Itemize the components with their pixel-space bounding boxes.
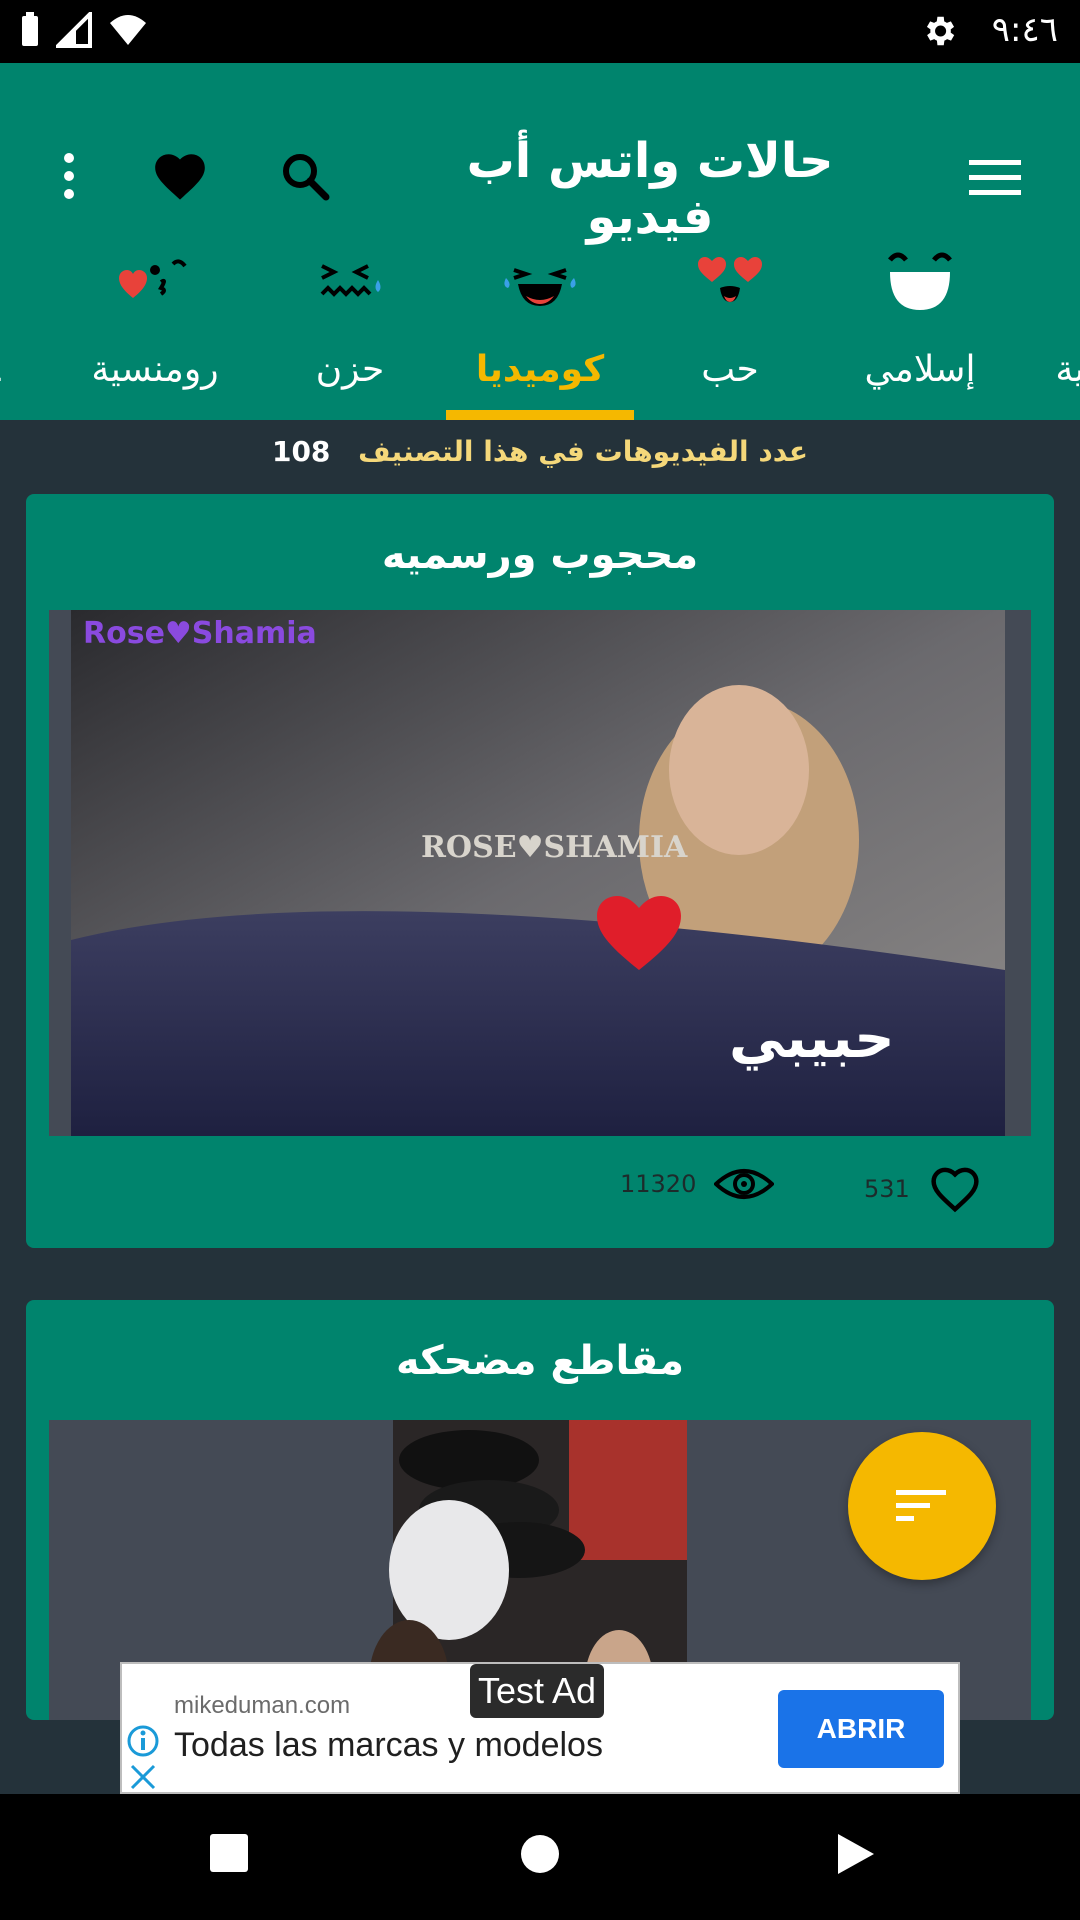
tab-love[interactable]: حب <box>660 243 800 420</box>
tab-islamic[interactable]: إسلامي <box>840 243 1000 420</box>
heart-eyes-emoji-icon <box>690 243 770 323</box>
signal-icon <box>56 12 92 48</box>
more-vertical-icon <box>64 153 74 199</box>
info-icon[interactable] <box>126 1724 160 1758</box>
laughing-emoji-icon <box>500 243 580 323</box>
tab-label: إسلامي <box>864 349 976 390</box>
favorites-button[interactable] <box>145 141 215 211</box>
ad-domain: mikeduman.com <box>174 1692 351 1719</box>
video-count-value: 108 <box>271 435 331 468</box>
menu-button[interactable] <box>960 143 1030 213</box>
smiling-emoji-icon <box>880 243 960 323</box>
heart-outline-icon[interactable] <box>928 1164 982 1214</box>
home-circle-icon[interactable] <box>518 1832 562 1876</box>
active-tab-indicator <box>446 410 634 420</box>
video-count-label: عدد الفيديوهات في هذا التصنيف <box>358 435 809 468</box>
video-count-row: عدد الفيديوهات في هذا التصنيف 108 <box>0 435 1080 468</box>
video-title: محجوب ورسميه <box>381 532 699 578</box>
hamburger-menu-icon <box>969 160 1021 195</box>
system-navigation-bar <box>0 1794 1080 1920</box>
eye-icon <box>714 1169 775 1199</box>
tab-label: رومنسية <box>91 349 219 390</box>
video-stats: 11320 531 <box>26 1164 1054 1234</box>
tab-label: حب <box>701 349 759 390</box>
search-icon <box>283 154 330 201</box>
video-thumbnail[interactable]: Rose♥Shamia ROSE♥SHAMIA حبيبي <box>49 610 1031 1136</box>
tab-romance[interactable]: رومنسية <box>70 243 240 420</box>
likes-count: 531 <box>864 1175 910 1203</box>
ad-cta-button[interactable]: ABRIR <box>778 1690 944 1768</box>
status-time: ٩:٤٦ <box>991 10 1058 50</box>
overflow-menu-button[interactable] <box>45 141 93 211</box>
views-stat: 11320 <box>620 1164 775 1204</box>
video-title: مقاطع مضحكه <box>395 1338 685 1384</box>
search-button[interactable] <box>270 141 340 211</box>
ad-headline: Todas las marcas y modelos <box>174 1726 603 1764</box>
video-overlay-text: حبيبي <box>729 1006 895 1071</box>
watermark-top: Rose♥Shamia <box>83 616 317 651</box>
views-count: 11320 <box>620 1170 697 1198</box>
watermark-center: ROSE♥SHAMIA <box>421 830 688 865</box>
screen: ٩:٤٦ حالات واتس أب فيديو ـ روم <box>0 0 1080 1920</box>
kiss-emoji-icon <box>115 243 195 323</box>
tab-sadness[interactable]: حزن <box>280 243 420 420</box>
tab-comedy[interactable]: كوميديا <box>446 243 634 420</box>
close-icon[interactable] <box>126 1760 160 1794</box>
category-tabs: ـ رومنسية حزن كوميديا <box>0 243 1080 420</box>
tab-partial-right[interactable]: ية <box>1040 243 1080 420</box>
status-bar: ٩:٤٦ <box>0 0 1080 63</box>
ad-banner[interactable]: Test Ad mikeduman.com Todas las marcas y… <box>120 1662 960 1794</box>
back-triangle-icon[interactable] <box>834 1832 876 1876</box>
sort-icon <box>896 1490 946 1521</box>
app-title: حالات واتس أب فيديو <box>466 133 834 245</box>
crying-emoji-icon <box>310 243 390 323</box>
battery-icon <box>22 12 38 46</box>
app-bar: حالات واتس أب فيديو ـ رومنسية <box>0 63 1080 420</box>
sort-fab-button[interactable] <box>848 1432 996 1580</box>
tab-label: حزن <box>315 349 385 390</box>
tab-partial-left[interactable]: ـ <box>0 243 20 420</box>
tab-label: كوميديا <box>475 349 605 390</box>
settings-gear-icon <box>926 16 955 46</box>
likes-stat[interactable]: 531 <box>864 1164 982 1214</box>
status-icons <box>20 12 148 48</box>
test-ad-badge: Test Ad <box>470 1664 605 1718</box>
heart-icon <box>155 154 205 200</box>
wifi-icon <box>110 15 146 45</box>
recents-square-icon[interactable] <box>208 1832 250 1874</box>
video-card[interactable]: محجوب ورسميه Rose♥Shamia ROSE♥SHAMIA حبي… <box>26 494 1054 1248</box>
